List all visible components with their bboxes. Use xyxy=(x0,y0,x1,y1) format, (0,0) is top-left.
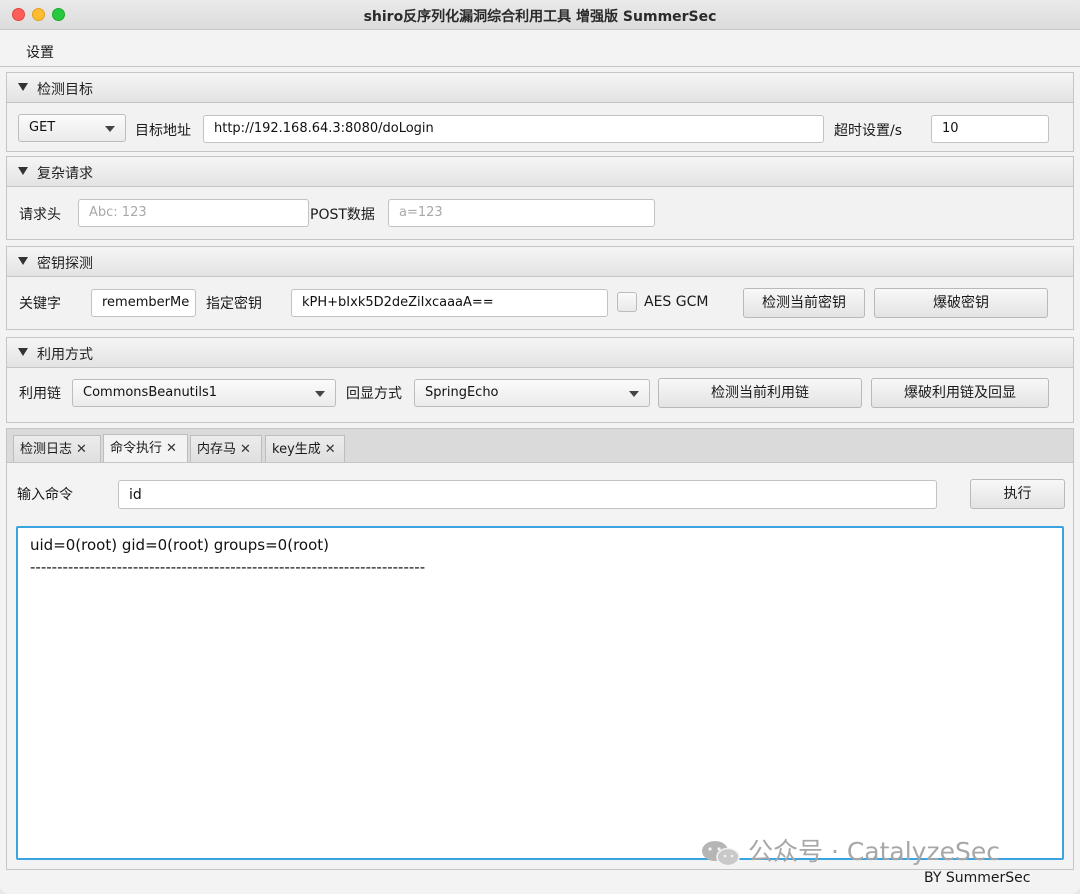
tab-label: 检测日志 xyxy=(20,442,73,457)
tab-bar: 检测日志 ✕ 命令执行 ✕ 内存马 ✕ key生成 ✕ xyxy=(6,428,1074,465)
close-icon[interactable]: ✕ xyxy=(240,442,251,457)
collapse-arrow-icon xyxy=(18,348,28,356)
exploit-pane-header[interactable]: 利用方式 xyxy=(7,338,1073,368)
chevron-down-icon xyxy=(105,126,115,132)
chevron-down-icon xyxy=(315,391,325,397)
pane-title: 检测目标 xyxy=(37,82,93,98)
check-key-button[interactable]: 检测当前密钥 xyxy=(743,288,865,318)
key-label: 指定密钥 xyxy=(206,296,262,312)
echo-value: SpringEcho xyxy=(425,385,499,400)
command-label: 输入命令 xyxy=(17,487,73,503)
pane-title: 复杂请求 xyxy=(37,166,93,182)
command-output[interactable]: uid=0(root) gid=0(root) groups=0(root) -… xyxy=(16,526,1064,860)
keyword-label: 关键字 xyxy=(19,296,61,312)
tab-label: 命令执行 xyxy=(110,441,163,456)
key-input[interactable]: kPH+bIxk5D2deZiIxcaaaA== xyxy=(291,289,608,317)
brute-key-button[interactable]: 爆破密钥 xyxy=(874,288,1048,318)
menu-settings[interactable]: 设置 xyxy=(26,42,54,62)
url-label: 目标地址 xyxy=(135,123,191,139)
watermark: 公众号 · CatalyzeSec xyxy=(700,832,1000,868)
footer-credit: BY SummerSec xyxy=(924,870,1031,886)
complex-request-pane: 复杂请求 xyxy=(6,156,1074,240)
echo-method-select[interactable]: SpringEcho xyxy=(414,379,650,407)
post-data-input[interactable]: a=123 xyxy=(388,199,655,227)
command-input[interactable]: id xyxy=(118,480,937,509)
chain-value: CommonsBeanutils1 xyxy=(83,385,218,400)
close-icon[interactable]: ✕ xyxy=(325,442,336,457)
menu-bar: 设置 xyxy=(0,31,1080,67)
close-icon[interactable]: ✕ xyxy=(166,441,177,456)
collapse-arrow-icon xyxy=(18,167,28,175)
wechat-icon xyxy=(702,841,740,867)
target-pane-header[interactable]: 检测目标 xyxy=(7,73,1073,103)
output-line: ----------------------------------------… xyxy=(30,558,426,576)
method-select[interactable]: GET xyxy=(18,114,126,142)
output-line: uid=0(root) gid=0(root) groups=0(root) xyxy=(30,536,329,554)
collapse-arrow-icon xyxy=(18,257,28,265)
complex-pane-header[interactable]: 复杂请求 xyxy=(7,157,1073,187)
collapse-arrow-icon xyxy=(18,83,28,91)
close-icon[interactable]: ✕ xyxy=(76,442,87,457)
pane-title: 密钥探测 xyxy=(37,256,93,272)
header-input[interactable]: Abc: 123 xyxy=(78,199,309,227)
brute-chain-button[interactable]: 爆破利用链及回显 xyxy=(871,378,1049,408)
timeout-label: 超时设置/s xyxy=(834,123,903,139)
title-bar: shiro反序列化漏洞综合利用工具 增强版 SummerSec xyxy=(0,0,1080,30)
tab-label: key生成 xyxy=(272,442,321,457)
gadget-chain-select[interactable]: CommonsBeanutils1 xyxy=(72,379,336,407)
app-window: shiro反序列化漏洞综合利用工具 增强版 SummerSec 设置 检测目标 … xyxy=(0,0,1080,894)
post-label: POST数据 xyxy=(310,207,375,223)
watermark-text: 公众号 · CatalyzeSec xyxy=(748,837,1000,866)
method-value: GET xyxy=(29,120,56,135)
keyword-input[interactable]: rememberMe xyxy=(91,289,196,317)
aes-gcm-label: AES GCM xyxy=(644,294,709,310)
tab-label: 内存马 xyxy=(197,442,237,457)
tab-detect-log[interactable]: 检测日志 ✕ xyxy=(13,435,101,464)
aes-gcm-checkbox[interactable] xyxy=(617,292,637,312)
pane-title: 利用方式 xyxy=(37,347,93,363)
tab-key-generate[interactable]: key生成 ✕ xyxy=(265,435,345,464)
echo-label: 回显方式 xyxy=(346,386,402,402)
tab-memshell[interactable]: 内存马 ✕ xyxy=(190,435,262,464)
execute-button[interactable]: 执行 xyxy=(970,479,1065,509)
window-title: shiro反序列化漏洞综合利用工具 增强版 SummerSec xyxy=(363,9,717,25)
check-chain-button[interactable]: 检测当前利用链 xyxy=(658,378,862,408)
timeout-input[interactable]: 10 xyxy=(931,115,1049,143)
tab-command-exec[interactable]: 命令执行 ✕ xyxy=(103,434,188,465)
url-input[interactable]: http://192.168.64.3:8080/doLogin xyxy=(203,115,824,143)
chevron-down-icon xyxy=(629,391,639,397)
chain-label: 利用链 xyxy=(19,386,61,402)
key-pane-header[interactable]: 密钥探测 xyxy=(7,247,1073,277)
header-label: 请求头 xyxy=(19,207,61,223)
